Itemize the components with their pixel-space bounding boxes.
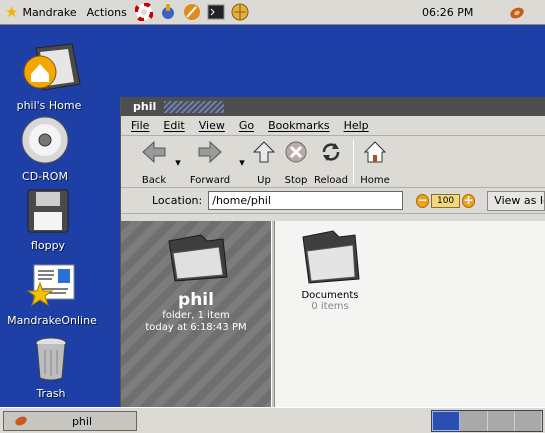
location-label: Location:	[152, 194, 203, 207]
workspace-1[interactable]	[432, 411, 461, 431]
web-browser-globe-icon[interactable]	[230, 2, 250, 22]
top-panel: ★ Mandrake Actions 06:26 PM	[0, 0, 545, 25]
home-button[interactable]: Home	[358, 140, 392, 186]
home-folder-icon	[23, 43, 81, 91]
item-name: Documents	[301, 290, 359, 301]
forward-arrow-icon	[198, 140, 222, 164]
trash-can-icon	[35, 337, 67, 381]
desktop-icon-label: MandrakeOnline	[7, 314, 97, 327]
workspace-pager	[431, 410, 543, 432]
menu-file[interactable]: File	[131, 119, 149, 132]
chevron-down-icon: ▾	[175, 155, 181, 169]
back-label: Back	[141, 175, 167, 186]
up-arrow-icon	[253, 141, 275, 163]
titlebar-grip	[164, 100, 225, 113]
desktop-icon-label: phil's Home	[16, 99, 82, 112]
toolbar-separator	[353, 140, 354, 184]
menubar: File Edit View Go Bookmarks Help	[121, 116, 545, 136]
item-info: 0 items	[311, 301, 349, 312]
reload-icon	[322, 143, 340, 161]
desktop-icon-mandrakeonline[interactable]: MandrakeOnline	[7, 263, 97, 327]
tray-paw-icon[interactable]	[509, 5, 525, 19]
stop-label: Stop	[284, 175, 308, 186]
menu-bookmarks[interactable]: Bookmarks	[268, 119, 329, 132]
zoom-in-button[interactable]: +	[461, 193, 476, 208]
file-manager-window: phil File Edit View Go Bookmarks Help Ba…	[120, 97, 545, 407]
folder-item-documents[interactable]: Documents 0 items	[285, 227, 375, 312]
menu-help[interactable]: Help	[344, 119, 369, 132]
forward-label: Forward	[189, 175, 231, 186]
toolbar: Back ▾ Forward ▾ Up Stop Reload Home	[121, 136, 545, 188]
task-app-icon	[15, 416, 27, 426]
workspace-3[interactable]	[487, 411, 515, 431]
mandrake-menu[interactable]: ★ Mandrake	[0, 0, 82, 25]
menu-view[interactable]: View	[199, 119, 225, 132]
back-arrow-icon	[142, 140, 166, 164]
desktop-icon-trash[interactable]: Trash	[6, 336, 96, 400]
clock[interactable]: 06:26 PM	[422, 6, 473, 19]
information-sidepane: phil folder, 1 item today at 6:18:43 PM	[121, 221, 271, 407]
folder-name: phil	[178, 290, 214, 310]
documents-folder-icon	[302, 230, 360, 284]
cdrom-disc-icon	[21, 116, 69, 164]
forward-button[interactable]: Forward	[185, 140, 235, 186]
window-titlebar[interactable]: phil	[121, 97, 545, 116]
location-input[interactable]	[208, 191, 403, 210]
desktop-icon-cdrom[interactable]: CD-ROM	[0, 115, 90, 183]
home-house-icon	[363, 141, 387, 163]
mandrake-star-icon: ★	[5, 3, 19, 21]
folder-info-date: today at 6:18:43 PM	[145, 322, 247, 333]
menu-edit[interactable]: Edit	[163, 119, 184, 132]
help-lifebuoy-icon[interactable]	[134, 2, 154, 22]
zoom-out-button[interactable]: −	[415, 193, 430, 208]
folder-info-count: folder, 1 item	[162, 310, 230, 321]
workspace-4[interactable]	[514, 411, 542, 431]
bottom-panel: phil	[0, 407, 545, 433]
back-button[interactable]: Back	[137, 140, 171, 186]
stop-button[interactable]: Stop	[279, 140, 313, 186]
actions-menu[interactable]: Actions	[82, 0, 132, 25]
reload-label: Reload	[313, 175, 349, 186]
up-button[interactable]: Up	[249, 140, 279, 186]
settings-tools-icon[interactable]	[158, 2, 178, 22]
chevron-down-icon: ▾	[239, 155, 245, 169]
home-label: Home	[360, 175, 390, 186]
menu-go[interactable]: Go	[239, 119, 254, 132]
mandrakeonline-icon	[26, 264, 75, 307]
terminal-icon[interactable]	[206, 2, 226, 22]
mandrake-menu-label: Mandrake	[22, 5, 77, 19]
workspace-2[interactable]	[460, 411, 488, 431]
desktop-icon-floppy[interactable]: floppy	[3, 188, 93, 252]
floppy-disk-icon	[27, 189, 69, 233]
reload-button[interactable]: Reload	[313, 140, 349, 186]
taskbar-button-phil[interactable]: phil	[3, 411, 137, 431]
actions-menu-label: Actions	[86, 5, 127, 19]
view-as-button[interactable]: View as Ic	[487, 190, 545, 211]
zoom-level[interactable]: 100	[431, 193, 460, 208]
forward-history-dropdown[interactable]: ▾	[235, 140, 249, 184]
stop-icon	[285, 141, 307, 163]
up-label: Up	[257, 175, 271, 186]
large-folder-icon	[168, 234, 228, 282]
desktop-icon-home[interactable]: phil's Home	[4, 40, 94, 112]
back-history-dropdown[interactable]: ▾	[171, 140, 185, 184]
configure-wand-icon[interactable]	[182, 2, 202, 22]
taskbar-button-label: phil	[71, 414, 93, 428]
content-area: phil folder, 1 item today at 6:18:43 PM …	[121, 221, 545, 407]
desktop-icon-label: floppy	[30, 239, 66, 252]
desktop-icon-label: Trash	[36, 387, 66, 400]
desktop-icon-label: CD-ROM	[22, 170, 68, 183]
location-bar: Location: − 100 + View as Ic	[121, 188, 545, 214]
window-title: phil	[133, 100, 157, 113]
icon-view[interactable]: Documents 0 items	[275, 221, 545, 407]
